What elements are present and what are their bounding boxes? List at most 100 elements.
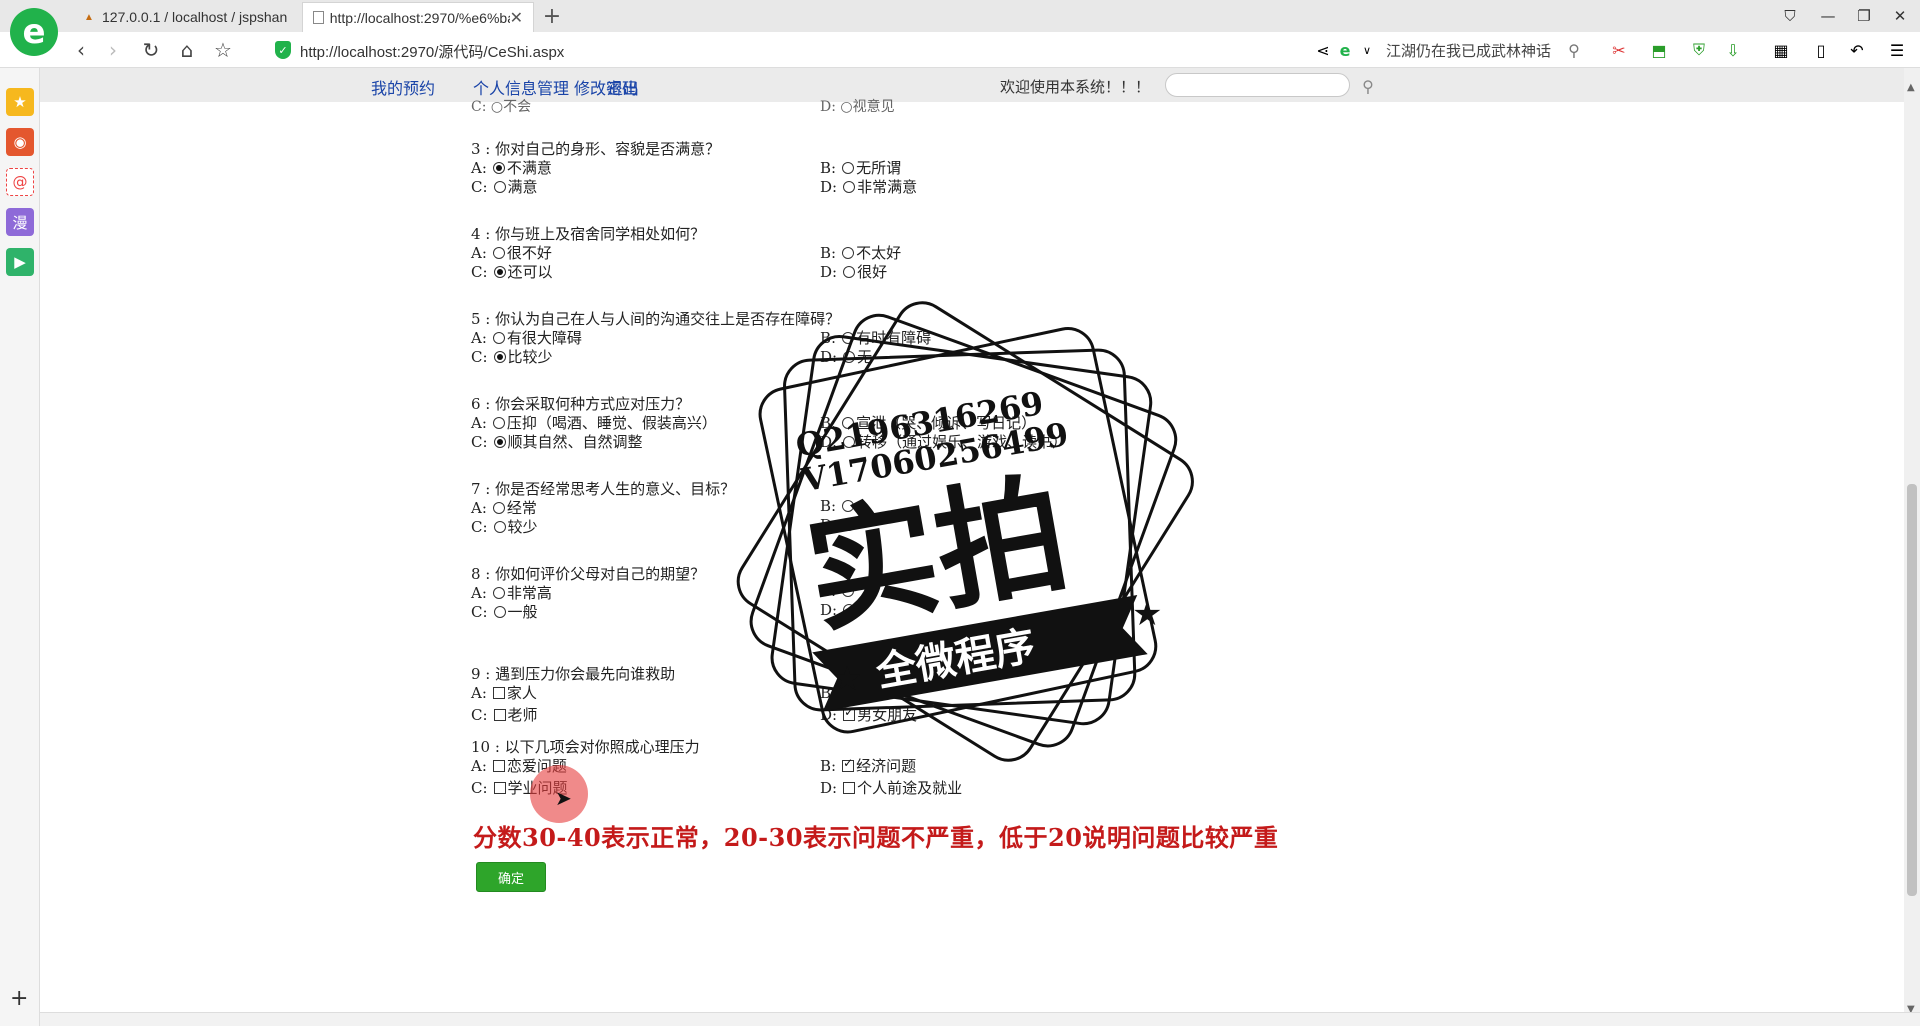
option-letter: D: bbox=[820, 601, 838, 619]
option-label: 不满意 bbox=[506, 159, 552, 177]
radio-button[interactable] bbox=[843, 265, 856, 278]
option-a[interactable]: A: 压抑（喝酒、睡觉、假装高兴） bbox=[471, 412, 717, 433]
option-label: 还可以 bbox=[507, 263, 553, 281]
option-c[interactable]: C: 比较少 bbox=[471, 346, 553, 367]
option-d[interactable]: D: bbox=[820, 516, 857, 534]
radio-button[interactable] bbox=[492, 161, 505, 174]
radio-button[interactable] bbox=[493, 520, 506, 533]
radio-button[interactable] bbox=[493, 350, 506, 363]
radio-button[interactable] bbox=[493, 435, 506, 448]
option-c[interactable]: C: 顺其自然、自然调整 bbox=[471, 431, 643, 452]
option-letter: B: bbox=[820, 328, 837, 347]
radio-button[interactable] bbox=[842, 331, 855, 344]
checkbox[interactable] bbox=[843, 705, 856, 721]
option-label: 非常满意 bbox=[857, 178, 918, 196]
option-label: 压抑（喝酒、睡觉、假装高兴） bbox=[506, 414, 717, 432]
question-title: 4 : 你与班上及宿舍同学相处如何？ bbox=[471, 225, 706, 243]
option-label: 有很大障碍 bbox=[506, 329, 582, 347]
option-letter: B: bbox=[820, 497, 837, 515]
option-b[interactable]: B: 宣泄（哭、倾诉、写日记） bbox=[820, 412, 1036, 433]
option-d[interactable]: D: 很好 bbox=[820, 261, 887, 282]
option-letter: D: bbox=[820, 347, 838, 366]
question-title: 5 : 你认为自己在人与人间的沟通交往上是否存在障碍？ bbox=[471, 310, 841, 328]
option-d[interactable]: D: 非常满意 bbox=[820, 176, 917, 197]
status-bar bbox=[40, 1012, 1920, 1026]
radio-button[interactable] bbox=[843, 435, 856, 448]
scroll-thumb[interactable] bbox=[1907, 484, 1917, 896]
option-letter: B: bbox=[820, 756, 837, 775]
option-b[interactable]: B: 有时有障碍 bbox=[820, 327, 931, 348]
option-d[interactable]: D: 个人前途及就业 bbox=[820, 777, 962, 798]
radio-button[interactable] bbox=[842, 416, 855, 429]
checkbox[interactable] bbox=[492, 759, 505, 772]
radio-button[interactable] bbox=[492, 586, 505, 599]
option-b[interactable]: B: 朋友 bbox=[820, 682, 886, 703]
option-label: 不太好 bbox=[856, 244, 902, 262]
option-c[interactable]: C: 一般 bbox=[471, 601, 538, 622]
option-d[interactable]: D: 无 bbox=[820, 346, 872, 367]
option-b[interactable]: B: 无所谓 bbox=[820, 157, 901, 178]
option-letter: C: bbox=[471, 262, 488, 281]
radio-button[interactable] bbox=[493, 180, 506, 193]
scroll-up-icon[interactable]: ▲ bbox=[1907, 82, 1915, 93]
option-letter: D: bbox=[820, 516, 838, 534]
checkbox[interactable] bbox=[843, 781, 856, 794]
radio-button[interactable] bbox=[492, 246, 505, 259]
checkbox[interactable] bbox=[493, 781, 506, 794]
radio-button[interactable] bbox=[842, 246, 855, 259]
radio-button[interactable] bbox=[842, 585, 855, 597]
option-a[interactable]: A: 非常高 bbox=[471, 582, 552, 603]
page-scrollbar[interactable]: ▲ ▼ bbox=[1904, 68, 1920, 1020]
option-c[interactable]: C: 还可以 bbox=[471, 261, 553, 282]
option-letter: A: bbox=[471, 583, 487, 602]
radio-button[interactable] bbox=[492, 501, 505, 514]
option-b[interactable]: B: bbox=[820, 582, 856, 600]
option-letter: D: bbox=[820, 705, 838, 724]
browser-logo-icon[interactable]: e bbox=[10, 8, 58, 56]
confirm-button[interactable]: 确定 bbox=[476, 862, 546, 892]
option-c[interactable]: C: 满意 bbox=[471, 176, 538, 197]
option-letter: C: bbox=[471, 778, 488, 797]
checkbox[interactable] bbox=[842, 756, 855, 772]
radio-button[interactable] bbox=[492, 331, 505, 344]
option-letter: A: bbox=[471, 328, 487, 347]
survey-form: C: ○不会 D: ○视意见 3 : 你对自己的身形、容貌是否满意？ A: 不满意 B… bbox=[0, 0, 1920, 1026]
option-letter: D: bbox=[820, 177, 838, 196]
option-b[interactable]: B: 不太好 bbox=[820, 242, 901, 263]
question-title: 8 : 你如何评价父母对自己的期望？ bbox=[471, 565, 706, 583]
option-d[interactable]: D: 转移（通过娱乐、游戏、读书） bbox=[820, 431, 1067, 452]
option-letter: A: bbox=[471, 683, 487, 702]
option-b[interactable]: B: bbox=[820, 497, 856, 515]
option-letter: A: bbox=[471, 413, 487, 432]
option-label: 满意 bbox=[507, 178, 538, 196]
radio-button[interactable] bbox=[493, 605, 506, 618]
option-a[interactable]: A: 家人 bbox=[471, 682, 537, 703]
option-label: 朋友 bbox=[856, 684, 887, 702]
option-d[interactable]: D: bbox=[820, 601, 857, 619]
radio-button[interactable] bbox=[492, 416, 505, 429]
option-a[interactable]: A: 不满意 bbox=[471, 157, 552, 178]
question-title: 7 : 你是否经常思考人生的意义、目标？ bbox=[471, 480, 736, 498]
radio-button[interactable] bbox=[842, 161, 855, 174]
radio-button[interactable] bbox=[843, 604, 856, 616]
option-label: 无 bbox=[857, 348, 873, 366]
checkbox[interactable] bbox=[492, 686, 505, 699]
option-a[interactable]: A: 有很大障碍 bbox=[471, 327, 582, 348]
option-a[interactable]: A: 很不好 bbox=[471, 242, 552, 263]
option-b[interactable]: B: 经济问题 bbox=[820, 755, 916, 776]
checkbox[interactable] bbox=[493, 708, 506, 721]
radio-button[interactable] bbox=[843, 519, 856, 531]
radio-button[interactable] bbox=[842, 500, 855, 512]
option-c[interactable]: C: 较少 bbox=[471, 516, 538, 537]
option-a[interactable]: A: 经常 bbox=[471, 497, 537, 518]
question-title: 3 : 你对自己的身形、容貌是否满意？ bbox=[471, 140, 721, 158]
checkbox[interactable] bbox=[842, 686, 855, 699]
option-letter: A: bbox=[471, 243, 487, 262]
radio-button[interactable] bbox=[493, 265, 506, 278]
mouse-cursor-icon: ➤ bbox=[555, 786, 572, 810]
option-d[interactable]: D: 男女朋友 bbox=[820, 704, 917, 725]
option-c[interactable]: C: 老师 bbox=[471, 704, 538, 725]
radio-button[interactable] bbox=[843, 350, 856, 363]
radio-button[interactable] bbox=[843, 180, 856, 193]
option-letter: A: bbox=[471, 158, 487, 177]
